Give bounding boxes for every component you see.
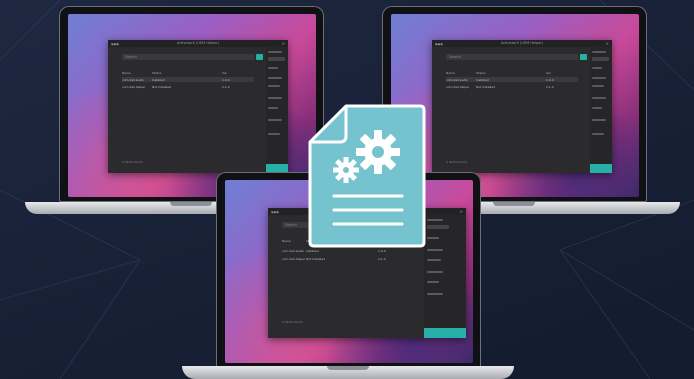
detail-line [592, 133, 604, 135]
detail-line [268, 133, 280, 135]
search-placeholder: Search [285, 223, 298, 227]
row-name: com.dell.helper [122, 85, 146, 89]
row-ver: 1.0.0 [546, 78, 554, 82]
search-placeholder: Search [125, 55, 138, 59]
row-status: Installed [476, 78, 489, 82]
details-panel [266, 47, 288, 173]
column-header[interactable]: Ver [546, 71, 551, 75]
detail-line [268, 67, 278, 69]
row-ver: 2.1.4 [222, 85, 230, 89]
window-title: ActivatorX (UEM Helper) [176, 41, 220, 45]
column-header[interactable]: Status [152, 71, 162, 75]
laptop-notch [327, 366, 369, 370]
column-header[interactable]: Name [446, 71, 455, 75]
apply-button[interactable] [424, 328, 466, 338]
close-icon[interactable]: × [460, 209, 463, 214]
detail-line [268, 51, 282, 53]
detail-line [268, 77, 282, 79]
app-window: ●●● ActivatorX (UEM Helper) × Search Nam… [432, 40, 612, 173]
title-bar: ●●● ActivatorX (UEM Helper) × [432, 40, 612, 47]
detail-line [592, 97, 606, 99]
window-title: ActivatorX (UEM Helper) [500, 41, 544, 45]
row-name: com.dell.audio [282, 249, 305, 253]
table-header: Name Status Ver [446, 70, 578, 75]
status-text: 2 items found [282, 320, 303, 324]
row-name: com.dell.audio [122, 78, 145, 82]
column-header[interactable]: Ver [222, 71, 227, 75]
search-button[interactable] [256, 54, 263, 60]
row-name: com.dell.helper [282, 257, 306, 261]
close-icon[interactable]: × [282, 41, 285, 46]
document-settings-icon [308, 104, 426, 248]
title-bar: ●●● ActivatorX (UEM Helper) × [108, 40, 288, 47]
table-header: Name Status Ver [122, 70, 254, 75]
search-input[interactable]: Search [446, 54, 578, 60]
detail-line [427, 281, 439, 283]
detail-line [427, 249, 443, 251]
table-row[interactable]: com.dell.helper Not Installed 2.1.4 [122, 84, 254, 89]
small-gear-icon [333, 157, 359, 183]
detail-line [427, 237, 439, 239]
row-status: Installed [306, 249, 319, 253]
status-text: 2 items found [446, 160, 467, 164]
detail-line [592, 77, 606, 79]
column-header[interactable]: Name [122, 71, 131, 75]
table-row[interactable]: com.dell.helper Not Installed 2.1.4 [282, 256, 414, 261]
detail-field[interactable] [592, 57, 609, 61]
column-header[interactable]: Status [476, 71, 486, 75]
row-status: Not Installed [476, 85, 495, 89]
column-header[interactable]: Name [282, 239, 291, 243]
close-icon[interactable]: × [606, 41, 609, 46]
detail-field[interactable] [268, 57, 285, 61]
apply-button[interactable] [590, 164, 612, 173]
row-status: Installed [152, 78, 165, 82]
status-text: 2 items found [122, 160, 143, 164]
detail-line [592, 51, 606, 53]
row-ver: 2.1.4 [378, 257, 386, 261]
detail-line [592, 119, 606, 121]
row-ver: 2.1.4 [546, 85, 554, 89]
detail-line [427, 271, 443, 273]
details-panel [590, 47, 612, 173]
search-input[interactable]: Search [122, 54, 254, 60]
table-row[interactable]: com.dell.audio Installed 1.0.0 [446, 77, 578, 82]
row-status: Not Installed [152, 85, 171, 89]
detail-line [268, 119, 282, 121]
detail-line [427, 293, 443, 295]
search-placeholder: Search [449, 55, 462, 59]
row-ver: 1.0.0 [222, 78, 230, 82]
row-name: com.dell.audio [446, 78, 469, 82]
detail-line [268, 107, 278, 109]
row-name: com.dell.helper [446, 85, 470, 89]
detail-line [427, 219, 443, 221]
detail-line [427, 259, 441, 261]
detail-line [592, 67, 602, 69]
table-row[interactable]: com.dell.helper Not Installed 2.1.4 [446, 84, 578, 89]
detail-line [592, 85, 604, 87]
search-button[interactable] [580, 54, 587, 60]
detail-line [268, 85, 280, 87]
table-row[interactable]: com.dell.audio Installed 1.0.0 [282, 248, 414, 253]
row-ver: 1.0.0 [378, 249, 386, 253]
gear-icon [356, 130, 400, 174]
row-status: Not Installed [306, 257, 325, 261]
detail-field[interactable] [427, 225, 449, 229]
details-panel [424, 215, 466, 338]
app-window: ●●● ActivatorX (UEM Helper) × Search Nam… [108, 40, 288, 173]
table-row[interactable]: com.dell.audio Installed 1.0.0 [122, 77, 254, 82]
detail-line [592, 107, 602, 109]
detail-line [268, 97, 282, 99]
